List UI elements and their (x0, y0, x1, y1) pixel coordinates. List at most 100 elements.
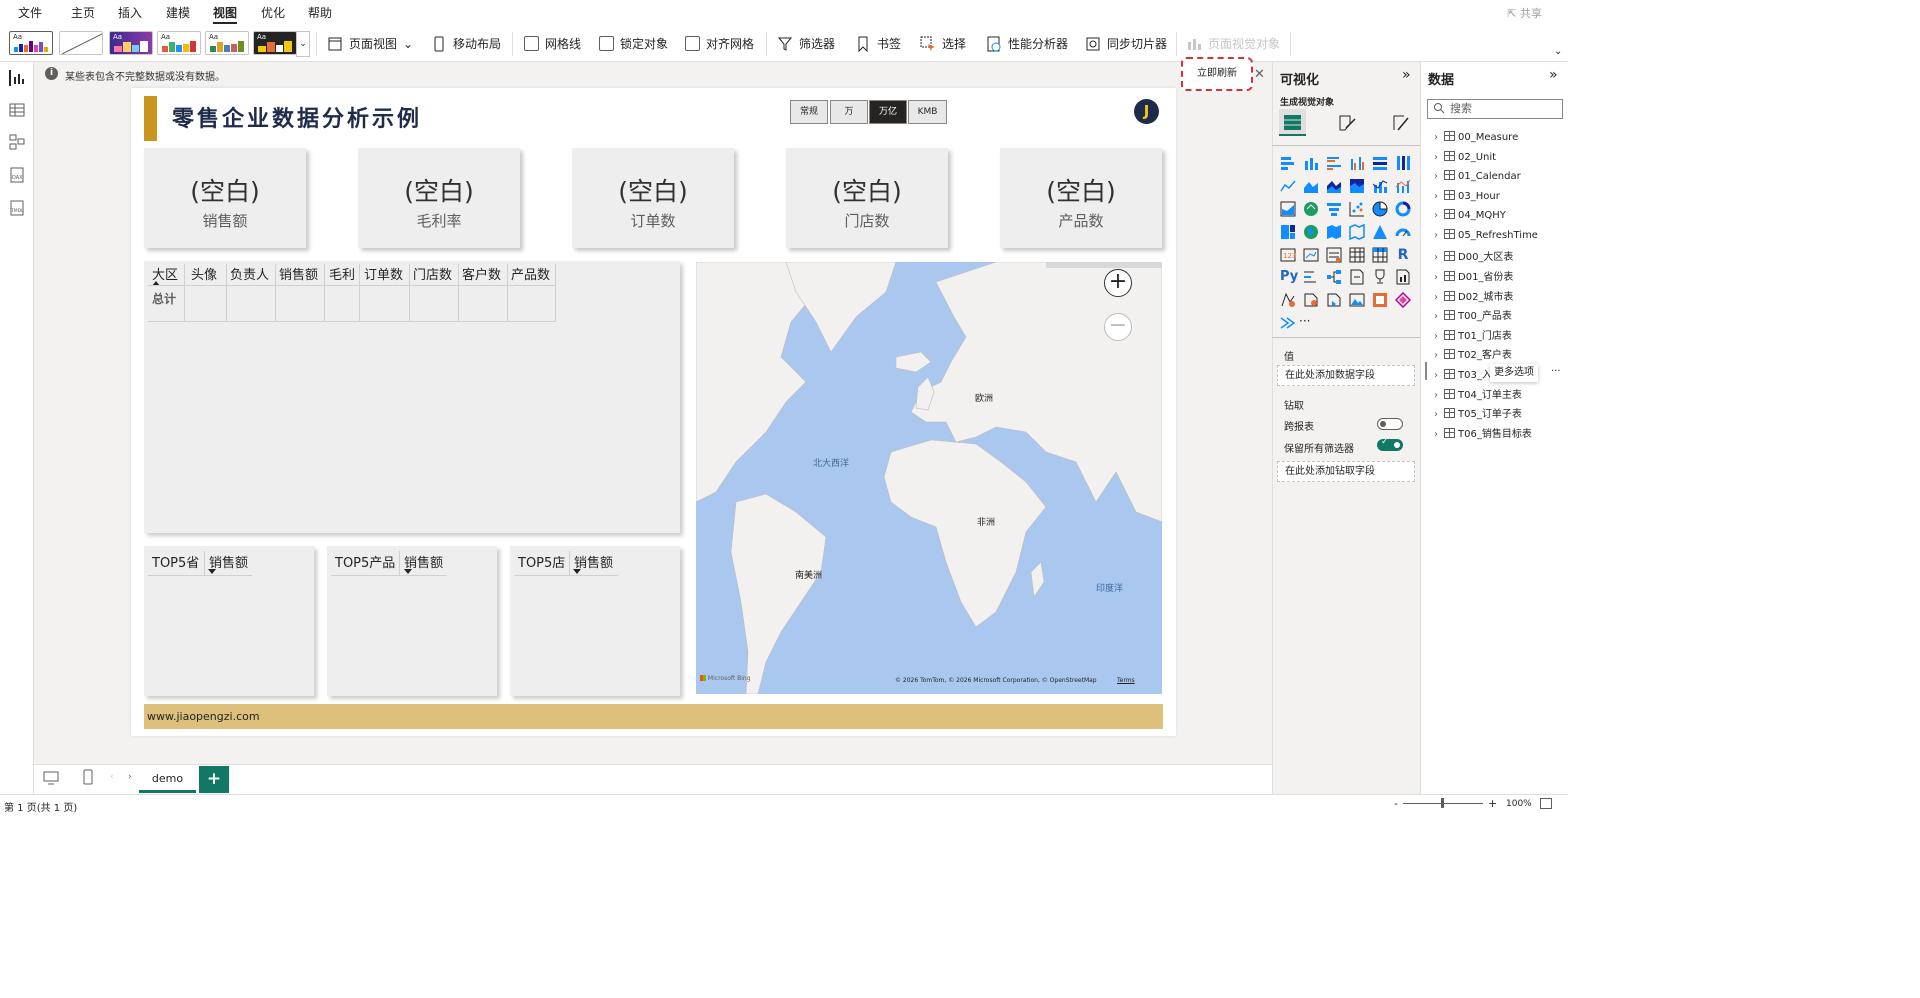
dax-query-icon[interactable]: DAX (9, 167, 25, 183)
data-table-item[interactable]: › 00_Measure (1434, 131, 1518, 143)
lock-objects-checkbox[interactable]: 锁定对象 (599, 35, 668, 52)
column-header[interactable]: 客户数 (462, 264, 501, 283)
smart-narrative-icon[interactable] (1280, 315, 1296, 331)
ribbon-collapse-icon[interactable]: ⌄ (1554, 46, 1562, 57)
theme-4[interactable]: Aa (157, 31, 201, 55)
more-options-button[interactable]: ··· (1551, 366, 1561, 377)
unit-button-normal[interactable]: 常规 (790, 100, 828, 124)
column-header[interactable]: TOP5产品 (335, 552, 395, 571)
trophy-icon[interactable] (1372, 269, 1388, 285)
line-stacked-column-icon[interactable] (1372, 178, 1388, 194)
theme-6[interactable]: Aa (253, 31, 297, 55)
key-influencers-icon[interactable] (1303, 269, 1319, 285)
more-visuals-button[interactable]: ··· (1299, 314, 1310, 328)
line-chart-icon[interactable] (1280, 178, 1296, 194)
page-view-button[interactable]: 页面视图 ⌄ (327, 35, 413, 52)
tmdl-view-icon[interactable]: TMDL (9, 200, 25, 216)
treemap-icon[interactable] (1280, 224, 1296, 240)
multi-row-card-icon[interactable] (1326, 247, 1342, 263)
r-visual-icon[interactable]: R (1395, 247, 1411, 263)
stacked-bar-icon[interactable] (1280, 155, 1296, 171)
custom-visual-icon[interactable] (1372, 292, 1388, 308)
qa-icon[interactable] (1349, 269, 1365, 285)
unit-button-kmb[interactable]: KMB (908, 100, 947, 124)
column-header[interactable]: 毛利 (329, 264, 355, 283)
gauge-icon[interactable] (1395, 224, 1411, 240)
filled-map-icon[interactable] (1326, 224, 1342, 240)
stacked-column-icon[interactable] (1303, 155, 1319, 171)
page-visuals-button[interactable]: 页面视觉对象 (1186, 35, 1280, 52)
theme-3[interactable]: Aa (109, 31, 153, 55)
decomposition-tree-icon[interactable] (1326, 269, 1342, 285)
mobile-layout-icon[interactable] (81, 769, 95, 785)
build-visual-tab[interactable] (1279, 109, 1306, 136)
close-icon[interactable]: ✕ (1254, 67, 1265, 82)
snap-grid-checkbox[interactable]: 对齐网格 (685, 35, 754, 52)
zoom-out-icon[interactable]: - (1394, 797, 1398, 810)
zoom-in-button[interactable]: + (1104, 269, 1132, 297)
100-stacked-column-icon[interactable] (1395, 155, 1411, 171)
data-search-input[interactable]: 搜索 (1427, 99, 1563, 119)
image-icon[interactable] (1349, 292, 1365, 308)
kpi-card-products[interactable]: (空白) 产品数 (1000, 148, 1162, 248)
waterfall-icon[interactable] (1303, 201, 1319, 217)
card-icon[interactable]: 123 (1280, 247, 1296, 263)
refresh-now-button[interactable]: 立即刷新 (1181, 57, 1253, 91)
data-table-item[interactable]: › 02_Unit (1434, 151, 1496, 163)
model-view-icon[interactable] (9, 134, 25, 150)
azure-map-icon[interactable] (1372, 224, 1388, 240)
clustered-column-icon[interactable] (1349, 155, 1365, 171)
data-table-item[interactable]: › D00_大区表 (1434, 248, 1513, 263)
filters-button[interactable]: 筛选器 (777, 35, 835, 52)
zoom-slider-thumb[interactable] (1441, 798, 1444, 808)
collapse-viz-pane-icon[interactable]: » (1402, 67, 1411, 83)
theme-dropdown[interactable]: ⌄ (296, 31, 310, 57)
new-card-icon[interactable] (1303, 247, 1319, 263)
tab-scroll-right-icon[interactable]: › (128, 772, 132, 782)
data-table-item[interactable]: › 03_Hour (1434, 190, 1500, 202)
data-table-item[interactable]: › T02_客户表 (1434, 346, 1512, 361)
kpi-card-stores[interactable]: (空白) 门店数 (786, 148, 948, 248)
gridlines-checkbox[interactable]: 网格线 (524, 35, 581, 52)
diamond-visual-icon[interactable] (1394, 291, 1412, 309)
theme-2[interactable] (59, 31, 103, 55)
data-table-item[interactable]: › D01_省份表 (1434, 268, 1513, 283)
selection-button[interactable]: 选择 (920, 35, 966, 52)
stacked-area-icon[interactable] (1326, 178, 1342, 194)
tab-scroll-left-icon[interactable]: ‹ (110, 772, 114, 782)
ribbon-chart-icon[interactable] (1280, 201, 1296, 217)
perf-analyzer-button[interactable]: 性能分析器 (986, 35, 1068, 52)
mobile-layout-button[interactable]: 移动布局 (431, 35, 501, 52)
zoom-out-button[interactable]: − (1104, 313, 1132, 341)
menu-help[interactable]: 帮助 (308, 4, 332, 21)
map-icon[interactable] (1303, 224, 1319, 240)
100-stacked-bar-icon[interactable] (1372, 155, 1388, 171)
data-table-item[interactable]: › 05_RefreshTime (1434, 229, 1538, 241)
column-header[interactable]: 负责人 (230, 264, 269, 283)
theme-5[interactable]: Aa (205, 31, 249, 55)
matrix-icon[interactable] (1372, 247, 1388, 263)
keep-filters-toggle[interactable]: ✓ (1377, 437, 1403, 451)
zoom-in-icon[interactable]: + (1488, 797, 1497, 810)
data-table-item[interactable]: › T01_门店表 (1434, 327, 1512, 342)
donut-chart-icon[interactable] (1395, 201, 1411, 217)
column-header[interactable]: 门店数 (413, 264, 452, 283)
collapse-data-pane-icon[interactable]: » (1549, 67, 1558, 83)
data-table-item[interactable]: › T03_入 (1434, 366, 1492, 381)
column-header[interactable]: 销售额 (279, 264, 318, 283)
menu-file[interactable]: 文件 (18, 4, 42, 21)
python-visual-icon[interactable]: Py (1280, 269, 1298, 285)
format-visual-tab[interactable] (1336, 112, 1358, 134)
data-table-item[interactable]: › T04_订单主表 (1434, 386, 1522, 401)
cross-report-toggle[interactable] (1377, 418, 1403, 430)
map-terms-link[interactable]: Terms (1117, 677, 1135, 684)
menu-view[interactable]: 视图 (213, 4, 238, 24)
scatter-icon[interactable] (1349, 201, 1365, 217)
data-table-item[interactable]: › T06_销售目标表 (1434, 425, 1532, 440)
menu-home[interactable]: 主页 (71, 4, 95, 21)
funnel-icon[interactable] (1326, 201, 1342, 217)
menu-modeling[interactable]: 建模 (166, 4, 190, 21)
data-table-item[interactable]: › T00_产品表 (1434, 307, 1512, 322)
pie-chart-icon[interactable] (1372, 201, 1388, 217)
shape-map-icon[interactable] (1349, 223, 1365, 241)
